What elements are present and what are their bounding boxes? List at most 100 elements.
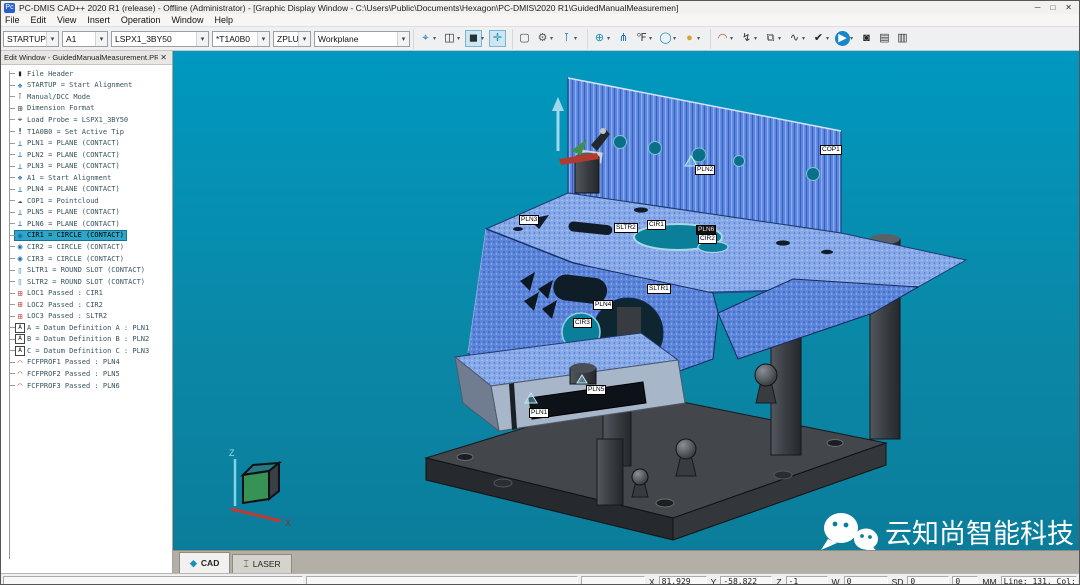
chevron-down-icon[interactable]: ▾ — [196, 31, 208, 46]
wireframe-view-icon[interactable]: ◫ ▾ — [441, 30, 464, 48]
active-tip-combo[interactable]: *T1A0B0 ▾ — [212, 30, 270, 47]
command-content: ◠ FCFPROF3 Passed : PLN6 — [15, 381, 122, 390]
command-row[interactable]: ⊞ LOC1 Passed : CIR1 — [4, 287, 172, 299]
command-row[interactable]: ⊥ PLN1 = PLANE (CONTACT) — [4, 137, 172, 149]
command-text: FCFPROF3 Passed : PLN6 — [27, 381, 120, 390]
command-row[interactable]: ⊥ PLN3 = PLANE (CONTACT) — [4, 160, 172, 172]
lasso-select-icon[interactable]: ◯ ▾ — [657, 30, 680, 48]
close-button[interactable]: ✕ — [1065, 3, 1072, 12]
command-row[interactable]: ◉ CIR2 = CIRCLE (CONTACT) — [4, 241, 172, 253]
probe-position-icon[interactable]: ⊺ ▾ — [558, 30, 581, 48]
alignment-combo[interactable]: STARTUP ▾ — [3, 30, 59, 47]
feature-label-pln3: PLN3 — [519, 215, 540, 225]
menu-item-insert[interactable]: Insert — [87, 15, 110, 25]
active-alignment-combo[interactable]: A1 ▾ — [62, 30, 108, 47]
command-row[interactable]: ❖ STARTUP = Start Alignment — [4, 80, 172, 92]
command-row[interactable]: ◉ CIR1 = CIRCLE (CONTACT) — [4, 229, 172, 242]
chevron-down-icon[interactable]: ▾ — [481, 35, 487, 42]
graphic-display-viewport[interactable]: Z X 云知尚智能科技 COP1 PLN2 PLN3 SLTR2 CIR1 PL… — [173, 51, 1079, 551]
chevron-down-icon[interactable]: ▾ — [802, 35, 808, 42]
profile-dimension-icon[interactable]: ◠ ▾ — [714, 30, 737, 48]
command-row[interactable]: ▮ File Header — [4, 68, 172, 80]
view-combo[interactable]: Workplane ▾ — [314, 30, 410, 47]
command-row[interactable]: ⊞ Dimension Format — [4, 103, 172, 115]
menu-item-edit[interactable]: Edit — [31, 15, 47, 25]
tab-cad[interactable]: ◆ CAD — [179, 552, 231, 573]
command-row[interactable]: ⊥ PLN2 = PLANE (CONTACT) — [4, 149, 172, 161]
command-row[interactable]: ⊞ LOC3 Passed : SLTR2 — [4, 310, 172, 322]
chevron-down-icon[interactable]: ▾ — [649, 35, 655, 42]
command-row[interactable]: AB = Datum Definition B : PLN2 — [4, 334, 172, 346]
command-row[interactable]: ⊺ Manual/DCC Mode — [4, 91, 172, 103]
chevron-down-icon[interactable]: ▾ — [778, 35, 784, 42]
command-row[interactable]: AC = Datum Definition C : PLN3 — [4, 345, 172, 357]
chevron-down-icon[interactable]: ▾ — [730, 35, 736, 42]
workplane-combo-value: ZPLUS — [277, 33, 298, 44]
comment-icon[interactable]: ▢ — [516, 30, 533, 48]
temp-compensation-icon[interactable]: ℉ ▾ — [633, 30, 656, 48]
chevron-down-icon[interactable]: ▾ — [397, 31, 409, 46]
maximize-button[interactable]: □ — [1050, 3, 1055, 12]
command-row[interactable]: ◠ FCFPROF3 Passed : PLN6 — [4, 380, 172, 392]
chevron-down-icon[interactable]: ▾ — [457, 35, 463, 42]
command-content: ⊞ LOC2 Passed : CIR2 — [15, 300, 105, 309]
chevron-down-icon[interactable]: ▾ — [697, 35, 703, 42]
chevron-down-icon[interactable]: ▾ — [754, 35, 760, 42]
chevron-down-icon[interactable]: ▾ — [574, 35, 580, 42]
shaded-view-icon[interactable]: ◼ ▾ — [465, 30, 488, 48]
command-row[interactable]: ⊞ LOC2 Passed : CIR2 — [4, 299, 172, 311]
edit-window-close-icon[interactable]: ✕ — [158, 53, 169, 62]
command-row[interactable]: ⊥ PLN4 = PLANE (CONTACT) — [4, 183, 172, 195]
level-dot-icon[interactable]: ● ▾ — [681, 30, 704, 48]
menu-item-help[interactable]: Help — [214, 15, 233, 25]
command-row[interactable]: AA = Datum Definition A : PLN1 — [4, 322, 172, 334]
minimize-button[interactable]: ─ — [1035, 3, 1041, 12]
pointer-flash-icon[interactable]: ↯ ▾ — [738, 30, 761, 48]
chevron-down-icon[interactable]: ▾ — [607, 35, 613, 42]
fit-view-icon[interactable]: ✛ — [489, 30, 506, 48]
menu-item-view[interactable]: View — [57, 15, 76, 25]
snapshot-icon[interactable]: ◙ — [858, 30, 875, 48]
command-row[interactable]: ⊥ PLN6 = PLANE (CONTACT) — [4, 218, 172, 230]
path-optimize-icon[interactable]: ∿ ▾ — [786, 30, 809, 48]
probe-mode-icon[interactable]: ⌖ ▾ — [417, 30, 440, 48]
report-layout-icon-glyph: ▥ — [897, 32, 908, 44]
chevron-down-icon[interactable]: ▾ — [257, 31, 269, 46]
menu-item-operation[interactable]: Operation — [121, 15, 161, 25]
transform-axes-icon[interactable]: ⋔ — [615, 30, 632, 48]
probe-file-combo[interactable]: LSPX1_3BY50 ▾ — [111, 30, 209, 47]
chevron-down-icon[interactable]: ▾ — [826, 35, 832, 42]
command-row[interactable]: ⊥ PLN5 = PLANE (CONTACT) — [4, 207, 172, 219]
chevron-down-icon[interactable]: ▾ — [850, 35, 856, 42]
mark-done-icon[interactable]: ✔ ▾ — [810, 30, 833, 48]
chevron-down-icon[interactable]: ▾ — [550, 35, 556, 42]
chevron-down-icon[interactable]: ▾ — [95, 31, 107, 46]
command-row[interactable]: ◉ CIR3 = CIRCLE (CONTACT) — [4, 253, 172, 265]
command-row[interactable]: ⌖ Load Probe = LSPX1_3BY50 — [4, 114, 172, 126]
report-window-icon[interactable]: ▤ — [876, 30, 893, 48]
chevron-down-icon[interactable]: ▾ — [433, 35, 439, 42]
command-row[interactable]: ❖ A1 = Start Alignment — [4, 172, 172, 184]
view-orientation-icon[interactable]: ⊕ ▾ — [591, 30, 614, 48]
command-row[interactable]: ▯ SLTR1 = ROUND SLOT (CONTACT) — [4, 264, 172, 276]
tab-laser[interactable]: ⌶ LASER — [232, 554, 292, 573]
command-row[interactable]: ◠ FCFPROF2 Passed : PLN5 — [4, 368, 172, 380]
feature-label-pln4: PLN4 — [593, 300, 614, 310]
command-text: SLTR2 = ROUND SLOT (CONTACT) — [27, 277, 146, 286]
clearance-moves-icon[interactable]: ⧉ ▾ — [762, 30, 785, 48]
report-layout-icon[interactable]: ▥ — [894, 30, 911, 48]
command-row[interactable]: ◠ FCFPROF1 Passed : PLN4 — [4, 357, 172, 369]
mode-icon: ⊺ — [17, 92, 23, 102]
settings-gears-icon[interactable]: ⚙ ▾ — [534, 30, 557, 48]
menu-item-window[interactable]: Window — [171, 15, 203, 25]
chevron-down-icon[interactable]: ▾ — [46, 31, 58, 46]
command-row[interactable]: ! T1A0B0 = Set Active Tip — [4, 126, 172, 138]
mark-done-icon-glyph: ✔ — [813, 32, 824, 44]
chevron-down-icon[interactable]: ▾ — [673, 35, 679, 42]
chevron-down-icon[interactable]: ▾ — [298, 31, 310, 46]
command-row[interactable]: ▯ SLTR2 = ROUND SLOT (CONTACT) — [4, 276, 172, 288]
command-row[interactable]: ☁ COP1 = Pointcloud — [4, 195, 172, 207]
workplane-combo[interactable]: ZPLUS▾ — [273, 30, 311, 47]
menu-item-file[interactable]: File — [5, 15, 20, 25]
execute-icon[interactable]: ▶ ▾ — [834, 30, 857, 48]
